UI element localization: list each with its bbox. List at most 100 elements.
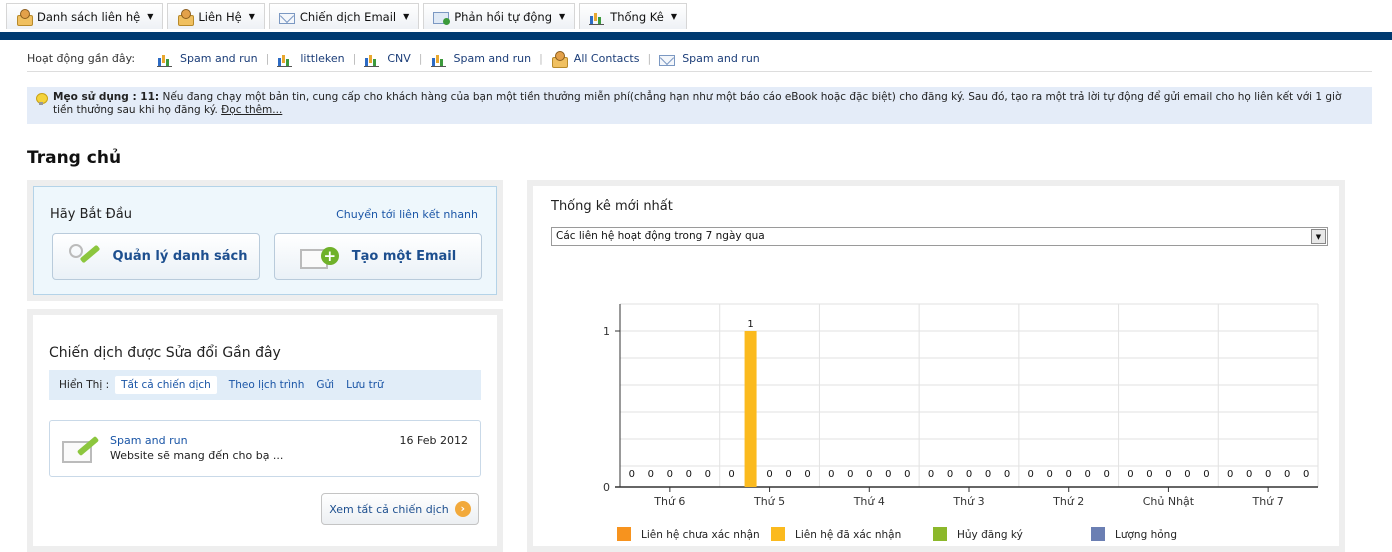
chart-icon xyxy=(277,51,293,67)
tab-label: Chiến dịch Email xyxy=(299,9,397,24)
campaign-name[interactable]: Spam and run xyxy=(110,434,188,447)
data-label: 1 xyxy=(747,319,753,330)
data-label: 0 xyxy=(728,469,734,480)
tab-autoresponders[interactable]: Phản hồi tự động ▼ xyxy=(423,3,576,29)
data-label: 0 xyxy=(648,469,654,480)
view-all-campaigns-button[interactable]: Xem tất cả chiến dịch › xyxy=(321,493,479,525)
recent-item-label: littleken xyxy=(300,52,345,65)
tip-prefix: Mẹo sử dụng : 11: xyxy=(53,91,160,103)
divider: | xyxy=(647,52,652,65)
tab-label: Thống Kê xyxy=(610,9,664,24)
create-email-label: Tạo một Email xyxy=(351,249,457,264)
envelope-icon xyxy=(278,12,295,24)
recent-item[interactable]: littleken xyxy=(277,51,345,67)
data-label: 0 xyxy=(1066,469,1072,480)
data-label: 0 xyxy=(1165,469,1171,480)
contacts-icon xyxy=(16,8,33,26)
x-tick-label: Chủ Nhật xyxy=(1143,495,1195,508)
chart-icon xyxy=(157,51,173,67)
main-nav: Danh sách liên hệ ▼ Liên Hệ ▼ Chiến dịch… xyxy=(0,0,1392,32)
chart-icon xyxy=(589,9,605,25)
envelope-icon xyxy=(659,54,676,66)
recent-item[interactable]: Spam and run xyxy=(157,51,258,67)
data-label: 0 xyxy=(766,469,772,480)
recent-campaigns-panel: Chiến dịch được Sửa đổi Gần đây Hiển Thị… xyxy=(27,309,503,552)
data-label: 0 xyxy=(1265,469,1271,480)
tab-contacts[interactable]: Liên Hệ ▼ xyxy=(167,3,265,29)
data-label: 0 xyxy=(1203,469,1209,480)
page-title: Trang chủ xyxy=(27,148,122,168)
legend-label: Liên hệ chưa xác nhận xyxy=(641,529,760,541)
legend-swatch xyxy=(617,527,631,541)
recent-activity-bar: Hoạt động gần đây: Spam and run | little… xyxy=(27,46,1372,72)
tab-label: Liên Hệ xyxy=(198,9,242,24)
filter-all-campaigns[interactable]: Tất cả chiến dịch xyxy=(115,376,217,394)
people-icon xyxy=(177,8,195,26)
data-label: 0 xyxy=(1028,469,1034,480)
legend-label: Liên hệ đã xác nhận xyxy=(795,529,901,541)
tab-email-campaigns[interactable]: Chiến dịch Email ▼ xyxy=(268,3,420,29)
campaign-envelope-icon xyxy=(62,435,102,463)
data-label: 0 xyxy=(866,469,872,480)
campaign-date: 16 Feb 2012 xyxy=(399,434,468,447)
data-label: 0 xyxy=(947,469,953,480)
tab-contact-lists[interactable]: Danh sách liên hệ ▼ xyxy=(6,3,164,29)
read-more-link[interactable]: Đọc thêm... xyxy=(221,104,282,116)
autoresponder-icon xyxy=(433,11,451,25)
data-label: 0 xyxy=(1246,469,1252,480)
recent-campaigns-title: Chiến dịch được Sửa đổi Gần đây xyxy=(49,345,281,361)
recent-activity-label: Hoạt động gần đây: xyxy=(27,52,136,65)
create-email-button[interactable]: Tạo một Email xyxy=(274,233,482,280)
data-label: 0 xyxy=(847,469,853,480)
recent-item-label: Spam and run xyxy=(180,52,258,65)
caret-down-icon: ▼ xyxy=(248,12,255,21)
tab-label: Danh sách liên hệ xyxy=(37,9,141,24)
tip-box: Mẹo sử dụng : 11: Nếu đang chạy một bản … xyxy=(27,87,1372,124)
legend-swatch xyxy=(771,527,785,541)
data-label: 0 xyxy=(1047,469,1053,480)
filter-sent[interactable]: Gửi xyxy=(316,379,334,391)
stats-chart: 0 1 0 0 0 0 0 Thứ 6 0 1 0 0 0 Thứ 5 0 0 0 0 0 Thứ 4 0 0 0 0 0 Thứ… xyxy=(603,303,1319,541)
filter-scheduled[interactable]: Theo lịch trình xyxy=(229,379,305,391)
filter-label: Hiển Thị : xyxy=(59,379,110,391)
recent-item[interactable]: Spam and run xyxy=(430,51,531,67)
person-pen-icon xyxy=(65,242,101,272)
recent-item[interactable]: Spam and run xyxy=(659,52,760,66)
caret-down-icon: ▼ xyxy=(670,12,677,21)
tip-text: Mẹo sử dụng : 11: Nếu đang chạy một bản … xyxy=(53,91,1364,120)
recent-item-label: Spam and run xyxy=(682,52,760,65)
chart-icon xyxy=(364,51,380,67)
filter-archived[interactable]: Lưu trữ xyxy=(346,379,384,391)
x-tick-label: Thứ 7 xyxy=(1252,495,1284,508)
data-label: 0 xyxy=(1085,469,1091,480)
data-label: 0 xyxy=(885,469,891,480)
campaign-filter-bar: Hiển Thị : Tất cả chiến dịch Theo lịch t… xyxy=(49,370,481,400)
caret-down-icon: ▼ xyxy=(403,12,410,21)
divider: | xyxy=(418,52,423,65)
data-label: 0 xyxy=(1127,469,1133,480)
recent-item-label: All Contacts xyxy=(573,52,640,65)
x-tick-label: Thứ 4 xyxy=(853,495,885,508)
data-label: 0 xyxy=(686,469,692,480)
nav-underline xyxy=(0,32,1392,40)
x-tick-label: Thứ 5 xyxy=(753,495,785,508)
data-label: 0 xyxy=(828,469,834,480)
data-label: 0 xyxy=(705,469,711,480)
recent-item[interactable]: All Contacts xyxy=(551,50,640,68)
campaign-card[interactable]: Spam and run Website sẽ mang đến cho bạ … xyxy=(49,420,481,477)
data-label: 0 xyxy=(904,469,910,480)
latest-stats-panel: Thống kê mới nhất Các liên hệ hoạt động … xyxy=(527,180,1345,552)
tab-statistics[interactable]: Thống Kê ▼ xyxy=(579,3,687,29)
tab-label: Phản hồi tự động xyxy=(454,9,553,24)
data-label: 0 xyxy=(928,469,934,480)
x-tick-label: Thứ 6 xyxy=(653,495,685,508)
manage-lists-button[interactable]: Quản lý danh sách xyxy=(52,233,260,280)
data-label: 0 xyxy=(629,469,635,480)
getting-started-title: Hãy Bắt Đầu xyxy=(50,207,132,222)
quick-links-link[interactable]: Chuyển tới liên kết nhanh xyxy=(336,208,478,221)
data-label: 0 xyxy=(1184,469,1190,480)
data-label: 0 xyxy=(1227,469,1233,480)
divider: | xyxy=(352,52,357,65)
recent-item[interactable]: CNV xyxy=(364,51,411,67)
getting-started-inner: Hãy Bắt Đầu Chuyển tới liên kết nhanh Qu… xyxy=(33,186,497,295)
